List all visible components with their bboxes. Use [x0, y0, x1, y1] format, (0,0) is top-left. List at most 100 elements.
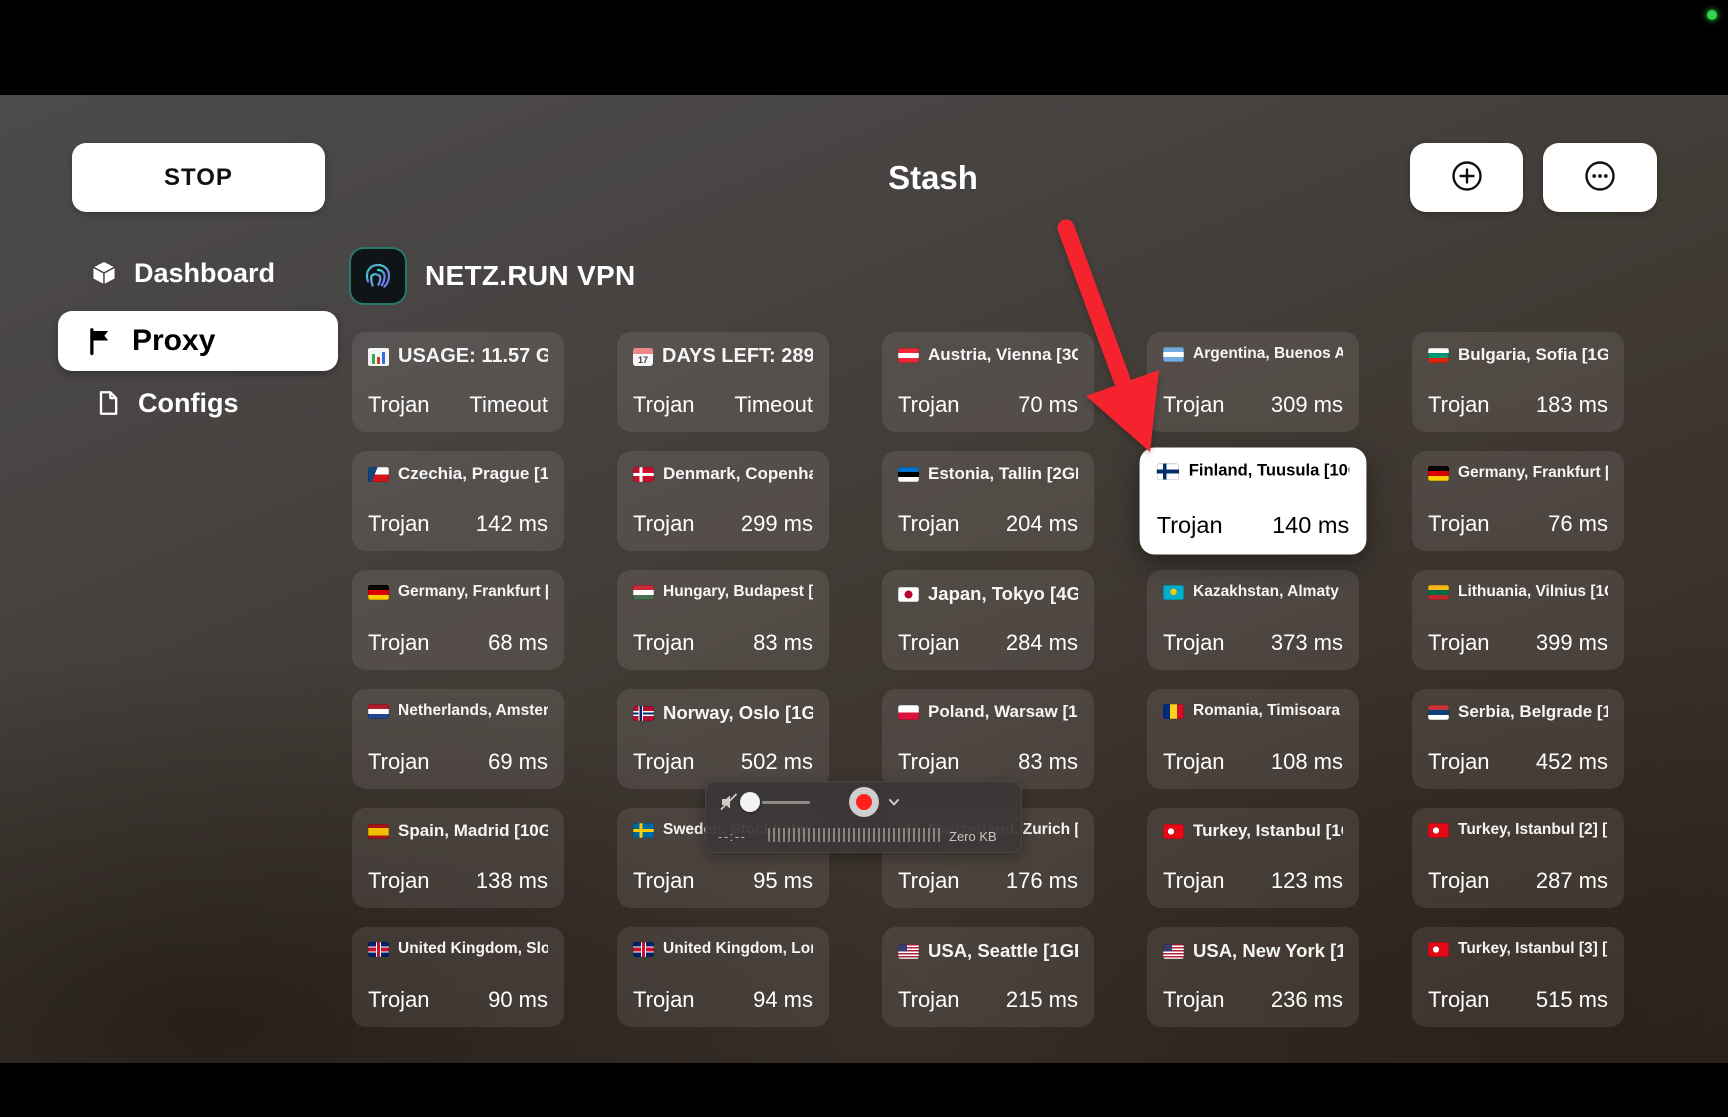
card-title: Serbia, Belgrade [1GBIT]	[1458, 702, 1608, 722]
server-card[interactable]: Hungary, Budapest [10GBIT] Trojan 83 ms	[617, 570, 829, 670]
circled-ellipsis-icon	[1579, 155, 1621, 200]
card-footer: Trojan 94 ms	[633, 987, 813, 1013]
server-card[interactable]: Poland, Warsaw [10GBIT] Trojan 83 ms	[882, 689, 1094, 789]
card-header: Denmark, Copenhagen [3…	[633, 464, 813, 484]
sidebar-item-label: Dashboard	[134, 258, 275, 289]
protocol-label: Trojan	[633, 987, 695, 1013]
server-card[interactable]: Lithuania, Vilnius [1GBIT] Trojan 399 ms	[1412, 570, 1624, 670]
page-title: Stash	[888, 159, 978, 197]
server-card[interactable]: United Kingdom, Slough [1… Trojan 90 ms	[352, 927, 564, 1027]
latency-value: 138 ms	[476, 868, 548, 894]
card-header: United Kingdom, London […	[633, 940, 813, 958]
card-title: Argentina, Buenos Aires [2…	[1193, 345, 1343, 363]
card-header: Czechia, Prague [1GBIT]	[368, 464, 548, 484]
server-card[interactable]: Turkey, Istanbul [3] [1GBIT] Trojan 515 …	[1412, 927, 1624, 1027]
server-card[interactable]: Norway, Oslo [1GBIT] Trojan 502 ms	[617, 689, 829, 789]
recording-toolbar[interactable]: --:-- Zero KB	[705, 781, 1022, 853]
card-title: USA, Seattle [1GBIT]	[928, 940, 1078, 962]
card-header: Turkey, Istanbul [3] [1GBIT]	[1428, 940, 1608, 958]
card-title: Germany, Frankfurt [2] [10…	[398, 583, 548, 601]
sidebar-item-proxy[interactable]: Proxy	[58, 311, 338, 371]
server-card[interactable]: Denmark, Copenhagen [3… Trojan 299 ms	[617, 451, 829, 551]
card-header: Turkey, Istanbul [2] [1GBIT]	[1428, 821, 1608, 839]
sidebar-item-configs[interactable]: Configs	[92, 387, 239, 419]
country-flag-icon	[1428, 823, 1449, 838]
card-header: United Kingdom, Slough [1…	[368, 940, 548, 958]
server-card[interactable]: USA, Seattle [1GBIT] Trojan 215 ms	[882, 927, 1094, 1027]
server-card[interactable]: Japan, Tokyo [4GBIT] Trojan 284 ms	[882, 570, 1094, 670]
card-title: Czechia, Prague [1GBIT]	[398, 464, 548, 484]
server-card[interactable]: Romania, Timisoara [1GBIT] Trojan 108 ms	[1147, 689, 1359, 789]
card-title: Netherlands, Amsterdam […	[398, 702, 548, 720]
card-footer: Trojan 90 ms	[368, 987, 548, 1013]
muted-speaker-icon[interactable]	[718, 791, 740, 813]
latency-value: 90 ms	[488, 987, 548, 1013]
volume-slider-track[interactable]	[762, 801, 810, 804]
stat-card[interactable]: 17 DAYS LEFT: 289 Trojan Timeout	[617, 332, 829, 432]
protocol-label: Trojan	[633, 630, 695, 656]
server-card[interactable]: Austria, Vienna [3GBIT] Trojan 70 ms	[882, 332, 1094, 432]
recording-timer: --:--	[718, 829, 746, 844]
server-card[interactable]: Bulgaria, Sofia [1GBIT] Trojan 183 ms	[1412, 332, 1624, 432]
card-footer: Trojan 299 ms	[633, 511, 813, 537]
protocol-label: Trojan	[368, 868, 430, 894]
latency-value: 123 ms	[1271, 868, 1343, 894]
card-title: Denmark, Copenhagen [3…	[663, 464, 813, 484]
protocol-label: Trojan	[368, 987, 430, 1013]
country-flag-icon	[633, 467, 654, 482]
card-title: Turkey, Istanbul [2] [1GBIT]	[1458, 821, 1608, 839]
record-button[interactable]	[849, 787, 879, 817]
protocol-label: Trojan	[1163, 987, 1225, 1013]
server-card[interactable]: Spain, Madrid [10GBIT] Trojan 138 ms	[352, 808, 564, 908]
protocol-label: Trojan	[1428, 987, 1490, 1013]
server-card[interactable]: Czechia, Prague [1GBIT] Trojan 142 ms	[352, 451, 564, 551]
server-card[interactable]: Argentina, Buenos Aires [2… Trojan 309 m…	[1147, 332, 1359, 432]
sidebar-item-label: Proxy	[132, 324, 215, 358]
sidebar-item-dashboard[interactable]: Dashboard	[88, 257, 275, 289]
server-card[interactable]: Serbia, Belgrade [1GBIT] Trojan 452 ms	[1412, 689, 1624, 789]
card-title: Lithuania, Vilnius [1GBIT]	[1458, 583, 1608, 601]
card-footer: Trojan 95 ms	[633, 868, 813, 894]
country-flag-icon	[633, 585, 654, 600]
server-card[interactable]: Germany, Frankfurt [2] [10… Trojan 68 ms	[352, 570, 564, 670]
card-title: USAGE: 11.57 GB	[398, 345, 548, 368]
latency-value: 299 ms	[741, 511, 813, 537]
server-card[interactable]: Kazakhstan, Almaty [1GBIT] Trojan 373 ms	[1147, 570, 1359, 670]
protocol-label: Trojan	[1428, 392, 1490, 418]
server-grid: USAGE: 11.57 GB Trojan Timeout 17 DAYS L…	[352, 332, 1624, 1027]
chevron-down-icon[interactable]	[886, 794, 902, 810]
latency-value: 70 ms	[1018, 392, 1078, 418]
latency-value: 95 ms	[753, 868, 813, 894]
country-flag-icon	[633, 823, 654, 838]
country-flag-icon	[1428, 942, 1449, 957]
card-footer: Trojan 83 ms	[633, 630, 813, 656]
card-footer: Trojan 399 ms	[1428, 630, 1608, 656]
server-card[interactable]: United Kingdom, London [… Trojan 94 ms	[617, 927, 829, 1027]
country-flag-icon	[1157, 463, 1179, 479]
latency-value: Timeout	[469, 392, 548, 418]
card-header: Norway, Oslo [1GBIT]	[633, 702, 813, 724]
server-card[interactable]: Turkey, Istanbul [2] [1GBIT] Trojan 287 …	[1412, 808, 1624, 908]
latency-value: 309 ms	[1271, 392, 1343, 418]
country-flag-icon	[898, 467, 919, 482]
server-card[interactable]: Estonia, Tallin [2GBIT] Trojan 204 ms	[882, 451, 1094, 551]
add-button[interactable]	[1410, 143, 1523, 212]
stat-card[interactable]: USAGE: 11.57 GB Trojan Timeout	[352, 332, 564, 432]
card-footer: Trojan 69 ms	[368, 749, 548, 775]
card-footer: Trojan 76 ms	[1428, 511, 1608, 537]
latency-value: 515 ms	[1536, 987, 1608, 1013]
card-title: Norway, Oslo [1GBIT]	[663, 702, 813, 724]
server-card[interactable]: USA, New York [1GBIT] Trojan 236 ms	[1147, 927, 1359, 1027]
card-title: Finland, Tuusula [10GBIT]	[1189, 461, 1350, 480]
volume-slider-knob[interactable]	[740, 792, 760, 812]
server-card[interactable]: Finland, Tuusula [10GBIT] Trojan 140 ms	[1140, 448, 1367, 555]
more-options-button[interactable]	[1543, 143, 1657, 212]
server-card[interactable]: Netherlands, Amsterdam [… Trojan 69 ms	[352, 689, 564, 789]
server-card[interactable]: Germany, Frankfurt [4GBIT] Trojan 76 ms	[1412, 451, 1624, 551]
latency-value: 287 ms	[1536, 868, 1608, 894]
server-card[interactable]: Turkey, Istanbul [1GBIT] Trojan 123 ms	[1147, 808, 1359, 908]
protocol-label: Trojan	[1163, 630, 1225, 656]
stop-button[interactable]: STOP	[72, 143, 325, 212]
protocol-label: Trojan	[1157, 512, 1223, 540]
latency-value: 373 ms	[1271, 630, 1343, 656]
